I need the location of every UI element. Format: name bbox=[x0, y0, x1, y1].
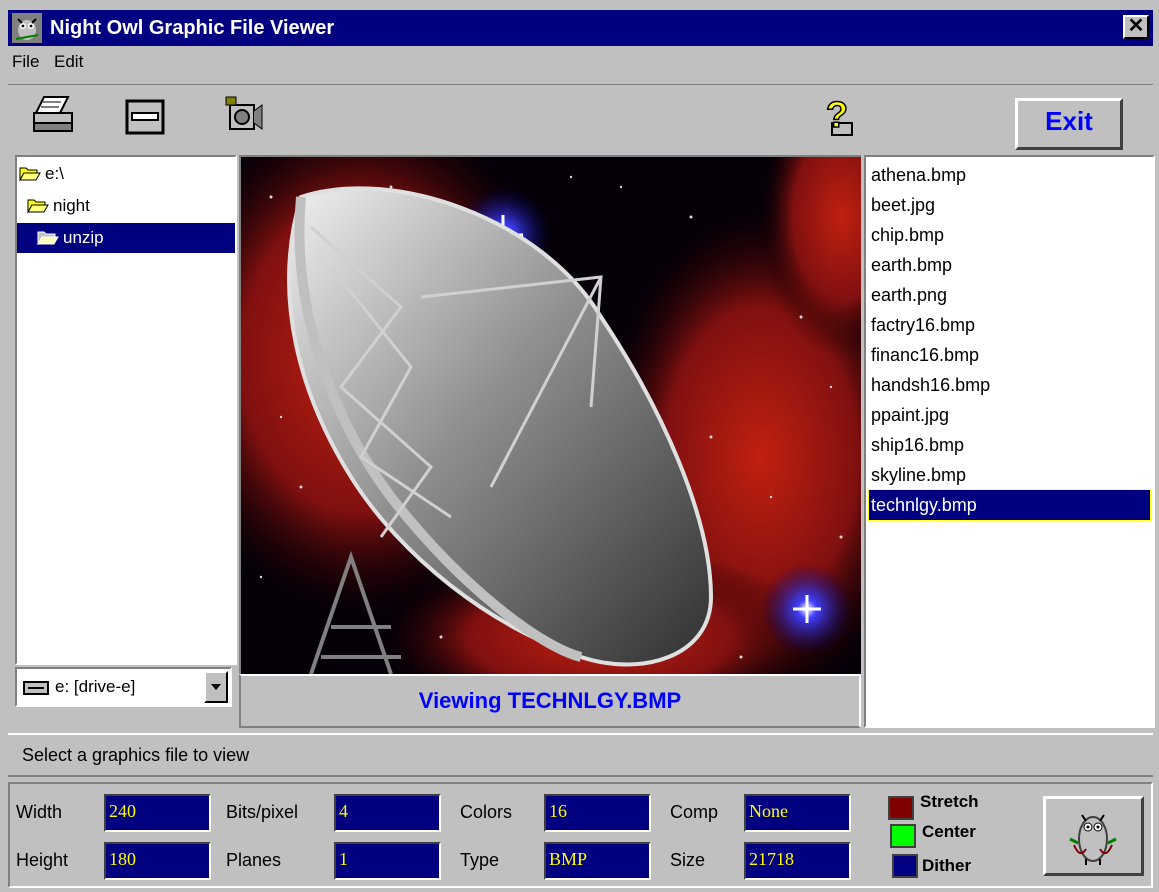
print-button[interactable] bbox=[30, 93, 76, 139]
file-item[interactable]: earth.bmp bbox=[869, 250, 1150, 280]
file-item[interactable]: financ16.bmp bbox=[869, 340, 1150, 370]
menu-file[interactable]: File bbox=[12, 52, 39, 72]
status-bar: Select a graphics file to view bbox=[8, 733, 1153, 777]
menu-edit[interactable]: Edit bbox=[54, 52, 83, 72]
camera-icon bbox=[225, 96, 263, 130]
chevron-down-icon bbox=[211, 684, 221, 690]
owl-app-icon bbox=[12, 13, 42, 43]
comp-label: Comp bbox=[670, 802, 719, 822]
planes-label: Planes bbox=[226, 850, 282, 870]
size-label: Size bbox=[670, 850, 706, 870]
comp-value: None bbox=[744, 794, 851, 832]
bits-value: 4 bbox=[334, 794, 441, 832]
tree-item-night[interactable]: night bbox=[27, 191, 90, 221]
file-item-selected[interactable]: technlgy.bmp bbox=[868, 489, 1151, 521]
file-list[interactable]: athena.bmp beet.jpg chip.bmp earth.bmp e… bbox=[864, 155, 1155, 728]
toolbar: ? Exit bbox=[8, 84, 1153, 150]
owl-button[interactable] bbox=[1043, 796, 1144, 876]
planes-value: 1 bbox=[334, 842, 441, 880]
center-label: Center bbox=[922, 822, 976, 841]
close-icon: ✕ bbox=[1127, 15, 1145, 37]
drive-icon bbox=[23, 681, 49, 695]
menu-bar: File Edit bbox=[8, 48, 1153, 80]
stretch-toggle[interactable] bbox=[888, 796, 914, 820]
image-preview bbox=[239, 155, 861, 674]
file-item[interactable]: ship16.bmp bbox=[869, 430, 1150, 460]
bits-label: Bits/pixel bbox=[226, 802, 299, 822]
dither-label: Dither bbox=[922, 856, 972, 875]
colors-label: Colors bbox=[460, 802, 513, 822]
folder-tree[interactable]: e:\ night unzip bbox=[15, 155, 237, 665]
satellite-dish-image bbox=[241, 157, 861, 674]
printer-icon bbox=[33, 96, 73, 132]
height-value: 180 bbox=[104, 842, 211, 880]
tree-item-drive[interactable]: e:\ bbox=[19, 159, 64, 189]
window-title: Night Owl Graphic File Viewer bbox=[50, 17, 335, 39]
image-info-panel: Width 240 Height 180 Bits/pixel 4 Planes… bbox=[8, 782, 1153, 888]
file-item[interactable]: chip.bmp bbox=[869, 220, 1150, 250]
center-toggle[interactable] bbox=[890, 824, 916, 848]
dither-toggle[interactable] bbox=[892, 854, 918, 878]
drive-dropdown-button[interactable] bbox=[204, 671, 228, 703]
open-folder-icon bbox=[27, 199, 49, 213]
tree-item-label: e:\ bbox=[45, 164, 64, 183]
help-button[interactable]: ? bbox=[816, 93, 862, 139]
open-folder-icon bbox=[37, 231, 59, 245]
status-text: Select a graphics file to view bbox=[22, 745, 250, 765]
height-label: Height bbox=[16, 850, 69, 870]
exit-button[interactable]: Exit bbox=[1015, 98, 1123, 150]
scanner-icon bbox=[125, 99, 165, 135]
tree-item-label: unzip bbox=[63, 228, 104, 247]
open-folder-icon bbox=[19, 167, 41, 181]
width-value: 240 bbox=[104, 794, 211, 832]
type-label: Type bbox=[460, 850, 500, 870]
viewer-caption: Viewing TECHNLGY.BMP bbox=[239, 674, 861, 728]
file-item[interactable]: handsh16.bmp bbox=[869, 370, 1150, 400]
file-item[interactable]: earth.png bbox=[869, 280, 1150, 310]
owl-icon bbox=[1069, 814, 1117, 865]
size-value: 21718 bbox=[744, 842, 851, 880]
file-item[interactable]: beet.jpg bbox=[869, 190, 1150, 220]
tree-item-unzip[interactable]: unzip bbox=[17, 223, 235, 253]
scan-button[interactable] bbox=[122, 93, 168, 139]
stretch-label: Stretch bbox=[920, 792, 979, 811]
tree-item-label: night bbox=[53, 196, 90, 215]
help-icon: ? bbox=[825, 93, 853, 136]
file-item[interactable]: ppaint.jpg bbox=[869, 400, 1150, 430]
svg-text:?: ? bbox=[826, 94, 848, 135]
colors-value: 16 bbox=[544, 794, 651, 832]
file-item[interactable]: skyline.bmp bbox=[869, 460, 1150, 490]
close-button[interactable]: ✕ bbox=[1123, 15, 1149, 39]
drive-select[interactable]: e: [drive-e] bbox=[15, 667, 232, 707]
width-label: Width bbox=[16, 802, 63, 822]
drive-label: e: [drive-e] bbox=[55, 677, 136, 696]
capture-button[interactable] bbox=[220, 93, 266, 139]
file-item[interactable]: factry16.bmp bbox=[869, 310, 1150, 340]
file-item[interactable]: athena.bmp bbox=[869, 160, 1150, 190]
title-bar: Night Owl Graphic File Viewer ✕ bbox=[8, 10, 1153, 46]
type-value: BMP bbox=[544, 842, 651, 880]
